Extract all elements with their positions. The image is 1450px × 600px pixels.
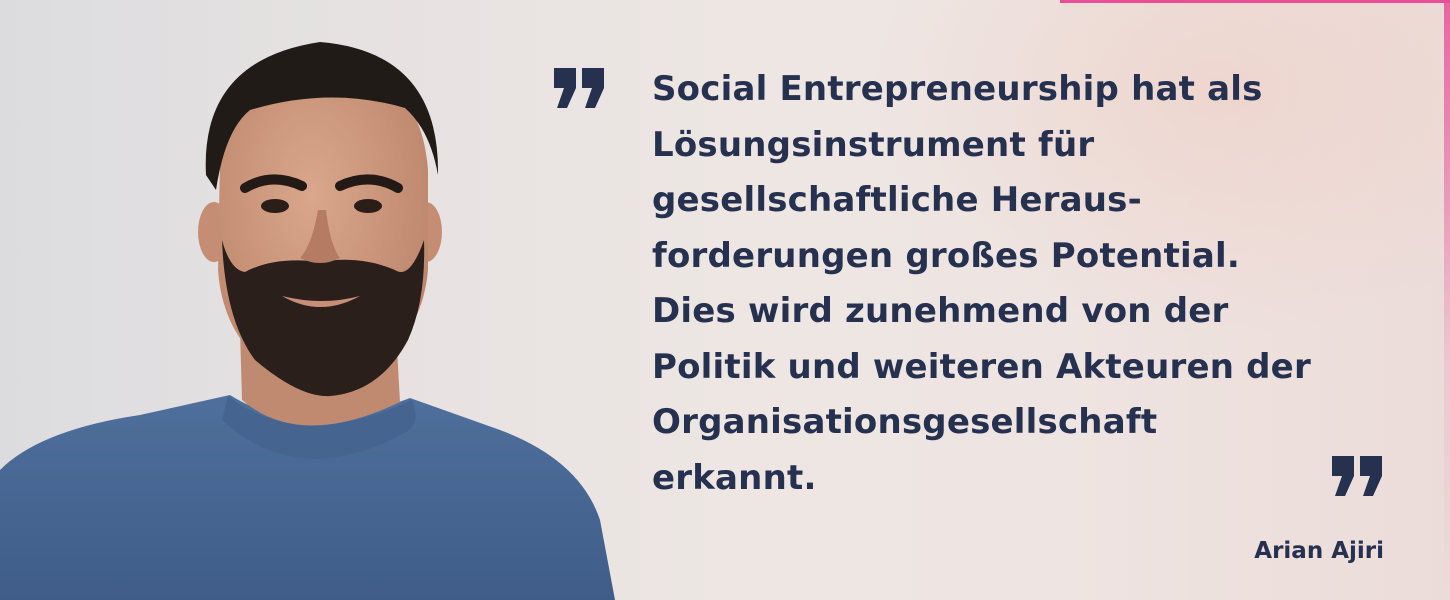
quote-line: gesellschaftliche Heraus-	[652, 180, 1142, 220]
quote-card: Social Entrepreneurship hat als Lösungsi…	[0, 0, 1450, 600]
quote-line: Lösungsinstrument für	[652, 124, 1095, 165]
quote-text: Social Entrepreneurship hat als Lösungsi…	[652, 62, 1412, 506]
accent-bar-right	[1444, 0, 1450, 600]
accent-bar-top	[1060, 0, 1450, 3]
quote-line: forderungen großes Potential.	[652, 235, 1241, 276]
quote-line: Organisationsgesellschaft	[652, 402, 1158, 442]
quote-line: Social Entrepreneurship hat als	[652, 69, 1263, 109]
quotation-mark-icon	[554, 68, 604, 108]
quote-line: Dies wird zunehmend von der	[652, 291, 1229, 331]
quote-author: Arian Ajiri	[1254, 538, 1384, 564]
quote-line: erkannt.	[652, 457, 817, 498]
portrait-photo	[0, 42, 615, 600]
quotation-mark-icon	[1332, 456, 1382, 496]
quote-line: Politik und weiteren Akteuren der	[652, 346, 1311, 387]
